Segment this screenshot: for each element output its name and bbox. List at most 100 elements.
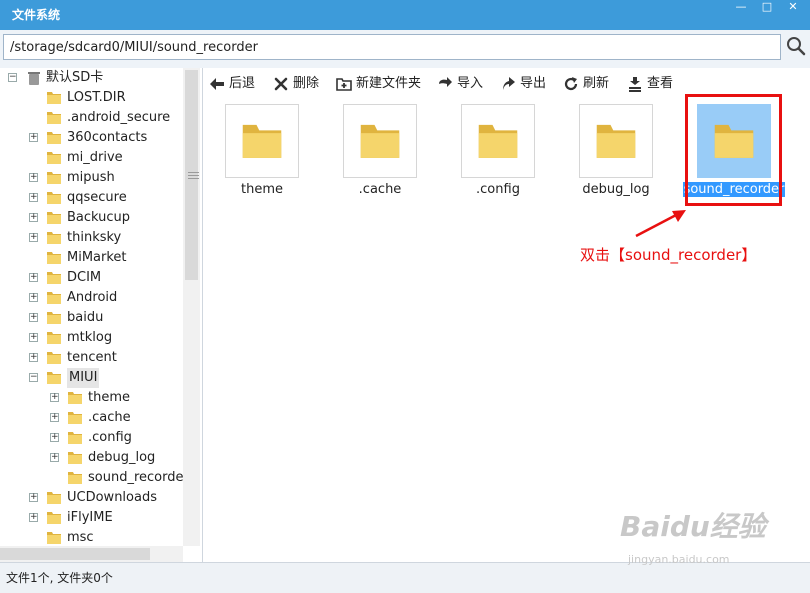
tree-item[interactable]: + Android <box>0 288 183 308</box>
file-item[interactable]: .cache <box>323 100 423 200</box>
path-input[interactable] <box>3 34 781 60</box>
expand-icon[interactable]: + <box>29 133 38 142</box>
folder-icon <box>46 350 62 365</box>
trash-icon <box>26 70 42 85</box>
expand-icon[interactable]: + <box>29 173 38 182</box>
tree-item-label: msc <box>67 530 94 545</box>
file-item[interactable]: .config <box>441 100 541 200</box>
tree-item-label: DCIM <box>67 270 102 285</box>
tree-item-label: baidu <box>67 310 104 325</box>
refresh-icon <box>563 76 579 92</box>
folder-icon <box>46 490 62 505</box>
expand-icon[interactable]: + <box>29 333 38 342</box>
expand-icon[interactable]: + <box>50 453 59 462</box>
tree-item[interactable]: + baidu <box>0 308 183 328</box>
tree-item[interactable]: + iFlyIME <box>0 508 183 528</box>
close-button[interactable]: ✕ <box>780 0 806 14</box>
expand-icon[interactable]: + <box>50 393 59 402</box>
file-item[interactable]: debug_log <box>559 100 659 200</box>
expand-icon[interactable]: + <box>29 293 38 302</box>
folder-icon <box>67 470 83 485</box>
file-item[interactable]: theme <box>205 100 305 200</box>
tree-item[interactable]: + DCIM <box>0 268 183 288</box>
tree-item[interactable]: + mtklog <box>0 328 183 348</box>
scroll-thumb[interactable] <box>0 548 150 560</box>
refresh-button[interactable]: 刷新 <box>563 74 613 94</box>
tree-item-label: qqsecure <box>67 190 127 205</box>
tree-item[interactable]: + .config <box>0 428 183 448</box>
tree-item[interactable]: + debug_log <box>0 448 183 468</box>
tree-item-label: iFlyIME <box>67 510 113 525</box>
tree-item-label: LOST.DIR <box>67 90 126 105</box>
tree-item-label: MiMarket <box>67 250 127 265</box>
highlight-box <box>685 94 782 206</box>
expand-icon[interactable]: + <box>29 313 38 322</box>
folder-icon <box>46 370 62 385</box>
import-button[interactable]: 导入 <box>437 74 485 94</box>
tree-item[interactable]: + tencent <box>0 348 183 368</box>
expand-icon[interactable]: + <box>50 433 59 442</box>
delete-button[interactable]: 删除 <box>273 74 329 94</box>
scroll-thumb[interactable] <box>185 70 199 280</box>
collapse-icon[interactable]: − <box>29 373 38 382</box>
tree-item[interactable]: + .cache <box>0 408 183 428</box>
tree-item[interactable]: mi_drive <box>0 148 183 168</box>
new-folder-button[interactable]: 新建文件夹 <box>336 74 426 94</box>
tree-item[interactable]: +360contacts <box>0 128 183 148</box>
expand-icon[interactable]: + <box>29 513 38 522</box>
tree-item[interactable]: sound_recorder <box>0 468 189 488</box>
expand-icon[interactable]: + <box>29 353 38 362</box>
expand-icon[interactable]: + <box>29 193 38 202</box>
expand-icon[interactable]: + <box>29 233 38 242</box>
expand-icon[interactable]: + <box>29 493 38 502</box>
tree-item[interactable]: + theme <box>0 388 183 408</box>
file-item-label: debug_log <box>582 182 650 197</box>
tree-item-label: tencent <box>67 350 117 365</box>
folder-icon <box>579 104 653 178</box>
tree-item-label: MIUI <box>67 368 100 388</box>
path-bar <box>0 30 810 68</box>
annotation-text: 双击【sound_recorder】 <box>580 246 757 264</box>
expand-icon[interactable]: + <box>50 413 59 422</box>
collapse-icon[interactable]: − <box>8 73 17 82</box>
tree-item-label: 360contacts <box>67 130 148 145</box>
search-icon[interactable] <box>786 36 808 58</box>
title-bar: 文件系统 — □ ✕ <box>0 0 810 30</box>
tree-horizontal-scrollbar[interactable] <box>0 546 183 562</box>
maximize-button[interactable]: □ <box>754 0 780 14</box>
tree-item[interactable]: MiMarket <box>0 248 183 268</box>
folder-icon <box>46 210 62 225</box>
tree-item[interactable]: msc <box>0 528 183 548</box>
folder-icon <box>46 170 62 185</box>
minimize-button[interactable]: — <box>728 0 754 14</box>
expand-icon[interactable]: + <box>29 213 38 222</box>
tree-item-label: mi_drive <box>67 150 123 165</box>
folder-icon <box>225 104 299 178</box>
tree-item[interactable]: + UCDownloads <box>0 488 183 508</box>
status-text: 文件1个, 文件夹0个 <box>6 571 113 585</box>
tree-item[interactable]: + mipush <box>0 168 183 188</box>
tree-item[interactable]: LOST.DIR <box>0 88 183 108</box>
folder-icon <box>46 110 62 125</box>
tree-item[interactable]: − MIUI <box>0 368 183 388</box>
folder-icon <box>46 90 62 105</box>
tree-item-label: debug_log <box>88 450 156 465</box>
tree-item-label: UCDownloads <box>67 490 157 505</box>
folder-icon <box>46 130 62 145</box>
view-button[interactable]: 查看 <box>627 74 677 94</box>
tree-item[interactable]: + Backucup <box>0 208 183 228</box>
back-button[interactable]: 后退 <box>209 74 265 94</box>
folder-icon <box>46 530 62 545</box>
tree-item[interactable]: .android_secure <box>0 108 183 128</box>
tree-item[interactable]: + thinksky <box>0 228 183 248</box>
tree-item-label: thinksky <box>67 230 122 245</box>
export-icon <box>500 76 516 92</box>
tree-item-label: sound_recorder <box>88 470 189 485</box>
tree-item[interactable]: + qqsecure <box>0 188 183 208</box>
watermark: Baidu经验 <box>620 510 766 543</box>
folder-icon <box>46 510 62 525</box>
expand-icon[interactable]: + <box>29 273 38 282</box>
export-button[interactable]: 导出 <box>500 74 548 94</box>
folder-icon <box>67 390 83 405</box>
tree-vertical-scrollbar[interactable] <box>183 68 200 546</box>
